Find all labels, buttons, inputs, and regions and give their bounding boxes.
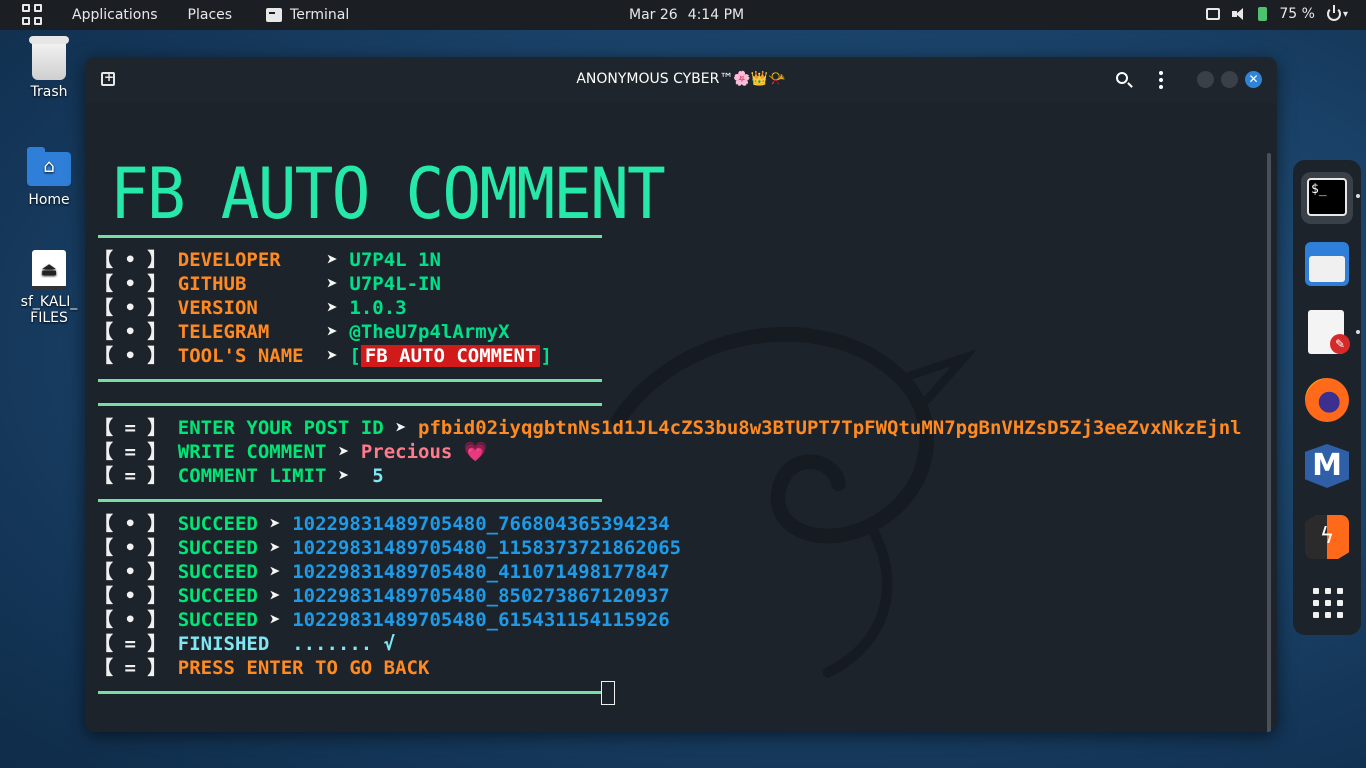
battery-icon[interactable] [1258,7,1268,21]
result-row: 【 • 】 SUCCEED ➤ 10229831489705480_411071… [94,561,670,583]
terminal-window[interactable]: ANONYMOUS CYBER™🌸👑📯 ✕ FB AUTO COMMENT 【 … [85,57,1277,732]
info-row-developer: 【 • 】 DEVELOPER ➤ U7P4L 1N [94,249,441,271]
result-row: 【 • 】 SUCCEED ➤ 10229831489705480_766804… [94,513,670,535]
home-label: Home [28,192,70,208]
divider [98,691,602,694]
info-row-telegram: 【 • 】 TELEGRAM ➤ @TheU7p4lArmyX [94,321,510,343]
app-grid-icon[interactable] [22,4,44,26]
system-tray[interactable]: 75 % ▾ [1206,5,1348,22]
chevron-down-icon: ▾ [1342,8,1348,20]
running-indicator [1356,330,1360,334]
running-indicator [1356,194,1360,198]
dock-firefox-icon[interactable] [1305,378,1349,422]
battery-percent: 75 % [1279,6,1315,22]
info-row-tool-name: 【 • 】 TOOL'S NAME ➤ [FB AUTO COMMENT] [94,345,552,367]
trash-label: Trash [30,84,68,100]
trash-icon [29,36,69,80]
applications-menu[interactable]: Applications [72,7,158,23]
terminal-app-menu[interactable]: Terminal [266,7,349,23]
terminal-icon [266,8,283,22]
dock-files-icon[interactable] [1305,242,1349,286]
desktop-shared-drive[interactable]: ⏏ sf_KALI_ FILES [9,248,89,326]
dock-text-editor-icon[interactable] [1308,310,1350,354]
power-icon [1326,5,1341,21]
volume-icon[interactable] [1232,7,1246,21]
divider [98,403,602,406]
dock-show-apps-icon[interactable] [1305,580,1349,624]
dock-metasploit-icon[interactable]: M [1305,444,1349,488]
terminal-output[interactable]: FB AUTO COMMENT 【 • 】 DEVELOPER ➤ U7P4L … [85,103,1277,732]
result-row: 【 • 】 SUCCEED ➤ 10229831489705480_850273… [94,585,670,607]
finished-row: 【 = 】 FINISHED ....... √ [94,633,396,655]
info-row-github: 【 • 】 GITHUB ➤ U7P4L-IN [94,273,441,295]
places-menu[interactable]: Places [188,7,233,23]
input-row-comment: 【 = 】 WRITE COMMENT ➤ Precious 💗 [94,441,488,463]
divider [98,379,602,382]
power-menu[interactable]: ▾ [1326,5,1348,21]
dock-burpsuite-icon[interactable]: ϟ [1305,515,1349,559]
info-row-version: 【 • 】 VERSION ➤ 1.0.3 [94,297,407,319]
drive-label-line1: sf_KALI_ [20,294,78,310]
menu-icon[interactable] [1159,71,1163,89]
home-folder-icon [27,147,71,186]
text-cursor[interactable] [601,681,615,705]
result-row: 【 • 】 SUCCEED ➤ 10229831489705480_615431… [94,609,670,631]
screen-icon[interactable] [1206,8,1221,20]
banner-title: FB AUTO COMMENT [110,153,666,235]
desktop-home[interactable]: Home [9,138,89,208]
minimize-button[interactable] [1197,71,1214,88]
close-button[interactable]: ✕ [1245,71,1262,88]
press-enter-row: 【 = 】 PRESS ENTER TO GO BACK [94,657,430,679]
terminal-app-label: Terminal [290,7,350,23]
result-row: 【 • 】 SUCCEED ➤ 10229831489705480_115837… [94,537,682,559]
divider [98,235,602,238]
divider [98,499,602,502]
scrollbar[interactable] [1267,153,1271,732]
dock: $_ M ϟ [1293,160,1361,635]
tool-name-highlight: FB AUTO COMMENT [360,345,541,367]
window-titlebar[interactable]: ANONYMOUS CYBER™🌸👑📯 ✕ [85,57,1277,103]
input-row-limit: 【 = 】 COMMENT LIMIT ➤ 5 [94,465,384,487]
dock-terminal[interactable]: $_ [1301,172,1353,224]
search-icon[interactable] [1116,72,1128,84]
drive-eject-icon: ⏏ [32,250,66,290]
terminal-icon: $_ [1307,178,1347,216]
time-label: 4:14 PM [687,7,745,23]
date-label: Mar 26 [629,7,678,23]
clock[interactable]: Mar 26 4:14 PM [629,7,744,23]
desktop-trash[interactable]: Trash [9,32,89,100]
top-panel: Applications Places Terminal Mar 26 4:14 … [0,0,1366,30]
drive-label-line2: FILES [30,310,68,326]
maximize-button[interactable] [1221,71,1238,88]
input-row-post-id: 【 = 】 ENTER YOUR POST ID ➤ pfbid02iyqgbt… [94,417,1242,439]
window-title: ANONYMOUS CYBER™🌸👑📯 [576,71,786,87]
